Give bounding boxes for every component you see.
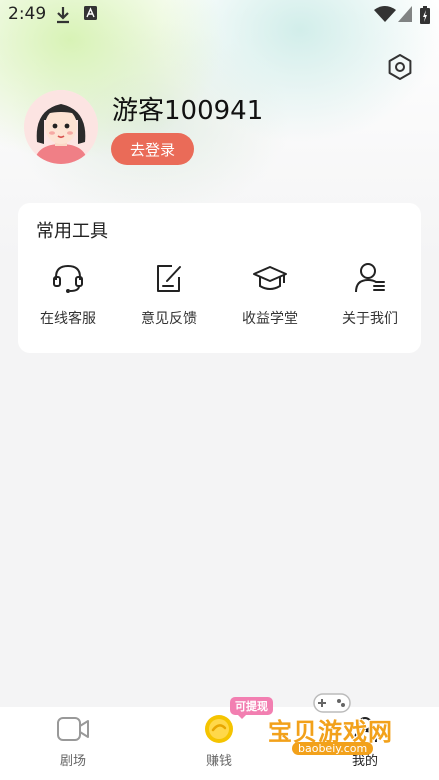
status-bar: 2:49: [0, 0, 439, 30]
graduation-cap-icon: [253, 266, 287, 290]
download-icon: [57, 7, 69, 24]
tool-label: 关于我们: [342, 311, 398, 327]
tab-theater[interactable]: 剧场: [0, 707, 146, 780]
app-notification-icon: [84, 6, 97, 20]
avatar-girl-icon: [24, 90, 98, 164]
about-user-icon: [355, 263, 385, 293]
tool-online-service[interactable]: 在线客服: [18, 261, 118, 341]
login-button[interactable]: 去登录: [111, 133, 194, 165]
signal-icon: [398, 6, 412, 22]
tool-about-us[interactable]: 关于我们: [320, 261, 420, 341]
tab-label: 赚钱: [205, 754, 232, 769]
withdraw-badge: 可提现: [230, 697, 273, 719]
video-camera-icon: [57, 717, 89, 741]
headset-icon: [53, 264, 83, 293]
status-time: 2:49: [8, 4, 47, 24]
tool-label: 在线客服: [40, 311, 96, 327]
tab-mine[interactable]: 我的: [292, 707, 438, 780]
tab-label: 剧场: [59, 754, 86, 769]
bottom-tab-bar: 剧场 赚钱 我的: [0, 707, 439, 780]
tab-earn[interactable]: 赚钱: [146, 707, 292, 780]
profile-icon: [353, 717, 377, 743]
settings-icon[interactable]: [385, 52, 415, 82]
tool-label: 收益学堂: [242, 311, 298, 327]
battery-icon: [420, 6, 430, 24]
avatar[interactable]: [24, 90, 98, 164]
username: 游客100941: [112, 96, 264, 126]
common-tools-card: 常用工具 在线客服 意见反馈 收益学堂 关于我们: [18, 203, 421, 353]
coin-icon: [205, 715, 233, 743]
tool-feedback[interactable]: 意见反馈: [119, 261, 219, 341]
tool-label: 意见反馈: [141, 311, 197, 327]
tool-earnings-school[interactable]: 收益学堂: [220, 261, 320, 341]
tab-label: 我的: [351, 754, 378, 769]
wifi-icon: [374, 6, 396, 22]
feedback-icon: [157, 265, 181, 292]
tools-title: 常用工具: [36, 221, 108, 242]
